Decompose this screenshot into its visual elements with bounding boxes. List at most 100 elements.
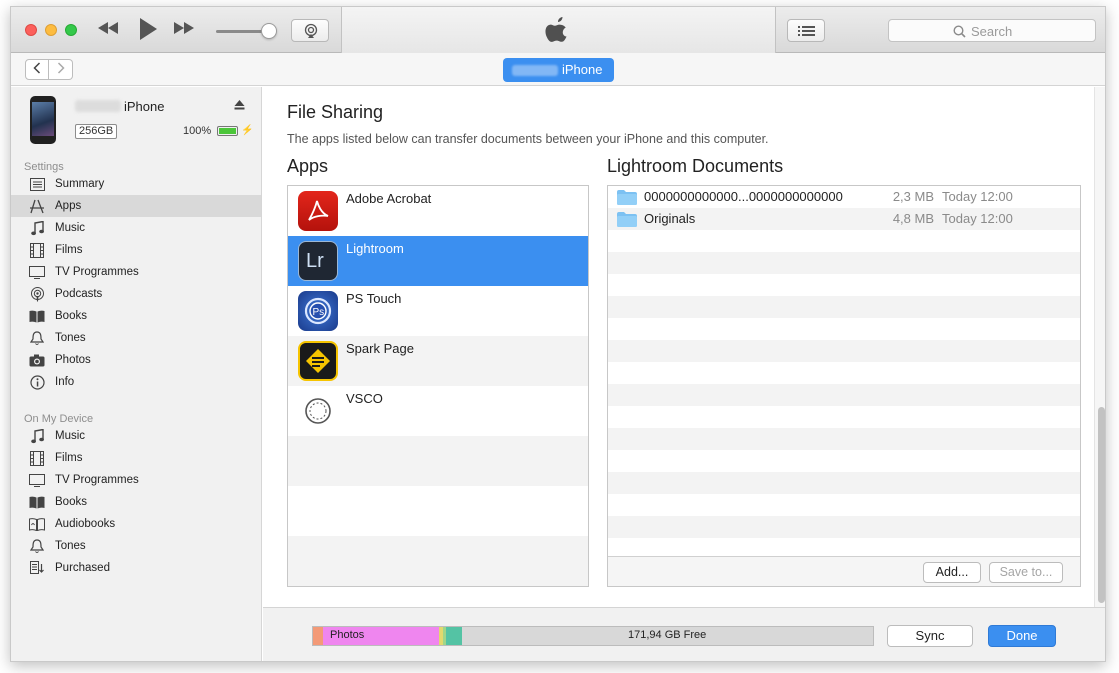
eject-icon[interactable] [234, 100, 245, 113]
play-icon[interactable] [138, 17, 158, 46]
settings-section-label: Settings [24, 161, 64, 173]
adobe-acrobat-icon [298, 191, 338, 231]
main-scrollbar[interactable] [1094, 87, 1105, 607]
device-button[interactable]: iPhone [503, 58, 614, 82]
sidebar-item-label: Films [55, 244, 83, 256]
navigation-bar: iPhone [11, 53, 1105, 86]
document-size: 4,8 MB [892, 211, 934, 226]
sidebar-item-apps[interactable]: Apps [11, 195, 261, 217]
sidebar-item-label: Info [55, 376, 75, 388]
podcasts-icon [29, 286, 45, 302]
app-row-adobe-acrobat[interactable]: Adobe Acrobat [288, 186, 588, 236]
sidebar-item-music[interactable]: Music [11, 425, 261, 447]
documents-list: 0000000000000...0000000000000 2,3 MB Tod… [607, 185, 1081, 587]
fast-forward-icon[interactable] [172, 19, 196, 41]
sidebar-item-films[interactable]: Films [11, 239, 261, 261]
sidebar-item-info[interactable]: Info [11, 371, 261, 393]
sidebar-item-summary[interactable]: Summary [11, 173, 261, 195]
app-name: Lightroom [346, 241, 404, 256]
apps-icon [29, 198, 45, 214]
folder-icon [617, 190, 637, 205]
sidebar-item-books[interactable]: Books [11, 305, 261, 327]
document-date: Today 12:00 [942, 211, 1013, 226]
sync-button[interactable]: Sync [887, 625, 973, 647]
itunes-window: Search iPhone iPhone 256GB 100% ⚡ Settin… [10, 6, 1106, 662]
redacted-name [512, 65, 558, 76]
volume-knob[interactable] [261, 23, 277, 39]
document-size: 2,3 MB [892, 189, 934, 204]
rewind-icon[interactable] [96, 19, 120, 41]
battery-percent: 100% [183, 125, 212, 137]
info-icon [29, 374, 45, 390]
airplay-icon [303, 23, 319, 42]
ps-touch-icon: Ps [298, 291, 338, 331]
app-row-spark-page[interactable]: Spark Page [288, 336, 588, 386]
battery-icon [217, 126, 238, 136]
tones-icon [29, 330, 45, 346]
sidebar-item-label: Books [55, 310, 87, 322]
save-to-button[interactable]: Save to... [989, 562, 1063, 583]
sidebar-item-label: Films [55, 452, 83, 464]
photos-storage-label: Photos [330, 629, 365, 641]
apple-logo [545, 15, 571, 48]
close-window-button[interactable] [25, 24, 37, 36]
sidebar-item-purchased[interactable]: Purchased [11, 557, 261, 579]
forward-button[interactable] [49, 59, 73, 80]
app-row-vsco[interactable]: VSCO [288, 386, 588, 436]
app-row-lightroom[interactable]: Lr Lightroom [288, 236, 588, 286]
capacity-badge: 256GB [75, 124, 118, 139]
sidebar: iPhone 256GB 100% ⚡ Settings Summary Apps… [11, 87, 262, 661]
minimize-window-button[interactable] [45, 24, 57, 36]
sidebar-item-books[interactable]: Books [11, 491, 261, 513]
up-next-button[interactable] [787, 19, 825, 42]
device-pill-label: iPhone [562, 62, 603, 77]
sidebar-item-label: Podcasts [55, 288, 103, 300]
sidebar-item-podcasts[interactable]: Podcasts [11, 283, 261, 305]
iphone-icon [30, 96, 56, 144]
sidebar-item-music[interactable]: Music [11, 217, 261, 239]
search-input[interactable]: Search [888, 19, 1096, 42]
sidebar-item-tv-programmes[interactable]: TV Programmes [11, 261, 261, 283]
chevron-right-icon [57, 62, 65, 77]
films-icon [29, 450, 45, 466]
document-date: Today 12:00 [942, 189, 1013, 204]
document-row[interactable]: Originals 4,8 MB Today 12:00 [608, 208, 1080, 230]
storage-capacity-bar: Photos 171,94 GB Free [312, 626, 874, 646]
photos-icon [29, 352, 45, 368]
maximize-window-button[interactable] [65, 24, 77, 36]
airplay-button[interactable] [291, 19, 329, 42]
apps-heading: Apps [287, 156, 329, 176]
search-icon [953, 25, 966, 41]
sidebar-item-label: Summary [55, 178, 105, 190]
charging-icon: ⚡ [241, 125, 254, 136]
scrollbar-thumb[interactable] [1098, 407, 1105, 603]
page-title: File Sharing [287, 102, 384, 122]
back-button[interactable] [25, 59, 49, 80]
sidebar-item-tones[interactable]: Tones [11, 535, 261, 557]
sync-bar: Photos 171,94 GB Free Sync Done [263, 607, 1105, 661]
sidebar-item-tones[interactable]: Tones [11, 327, 261, 349]
sidebar-item-tv-programmes[interactable]: TV Programmes [11, 469, 261, 491]
redacted-device-name [75, 100, 121, 112]
done-button[interactable]: Done [988, 625, 1056, 647]
tv-icon [29, 472, 45, 488]
summary-icon [29, 176, 45, 192]
add-button[interactable]: Add... [923, 562, 981, 583]
document-name: Originals [644, 211, 696, 226]
page-description: The apps listed below can transfer docum… [287, 132, 769, 146]
sidebar-item-photos[interactable]: Photos [11, 349, 261, 371]
other-storage-segment [446, 627, 462, 645]
apps-list: Adobe Acrobat Lr Lightroom Ps PS Touch S… [287, 185, 589, 587]
app-row-ps-touch[interactable]: Ps PS Touch [288, 286, 588, 336]
books-icon [29, 308, 45, 324]
music-icon [29, 220, 45, 236]
sidebar-item-label: Apps [55, 200, 82, 212]
sidebar-item-audiobooks[interactable]: Audiobooks [11, 513, 261, 535]
document-row[interactable]: 0000000000000...0000000000000 2,3 MB Tod… [608, 186, 1080, 208]
sidebar-item-label: TV Programmes [55, 474, 139, 486]
documents-footer: Add... Save to... [608, 556, 1080, 586]
device-name: iPhone [124, 99, 165, 114]
chevron-left-icon [33, 62, 41, 77]
sidebar-item-films[interactable]: Films [11, 447, 261, 469]
spark-page-icon [298, 341, 338, 381]
